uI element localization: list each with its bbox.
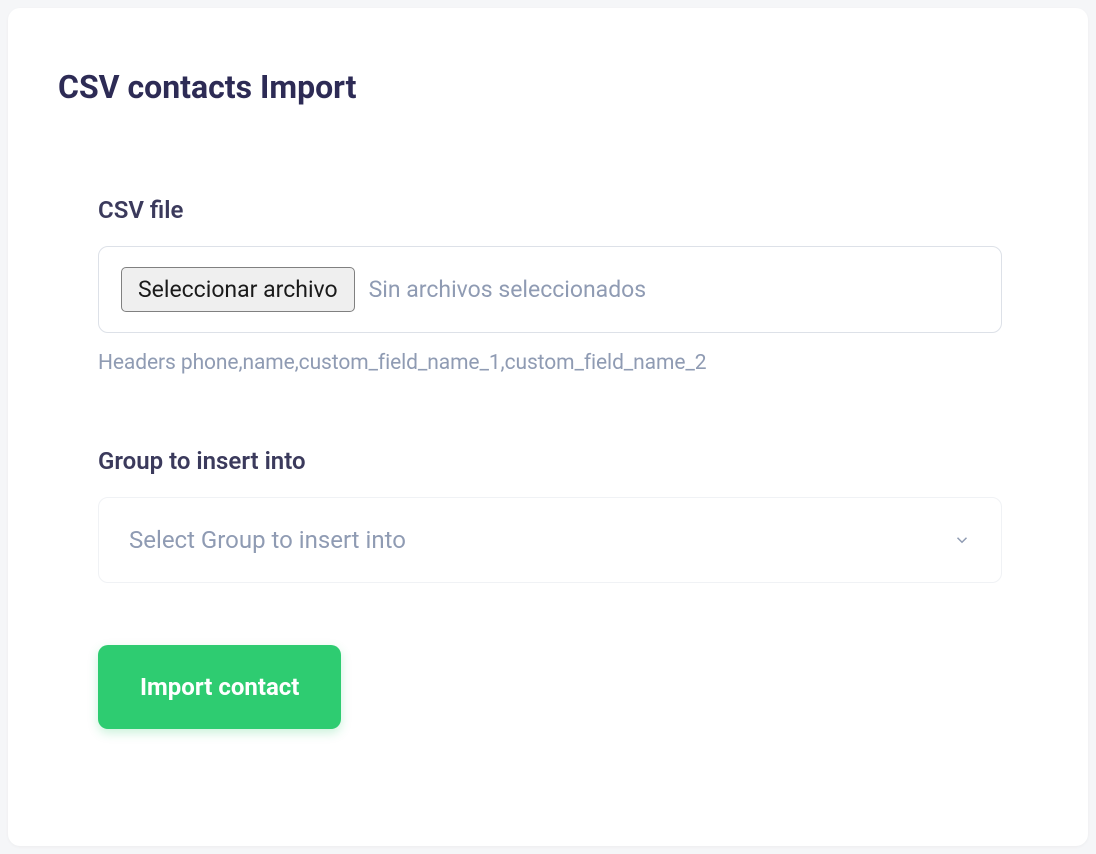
group-select-dropdown[interactable]: Select Group to insert into	[98, 497, 1002, 583]
file-select-button[interactable]: Seleccionar archivo	[121, 267, 355, 312]
csv-file-label: CSV file	[98, 196, 1002, 224]
csv-file-input-wrapper[interactable]: Seleccionar archivo Sin archivos selecci…	[98, 246, 1002, 333]
chevron-down-icon	[953, 531, 971, 549]
file-status-text: Sin archivos seleccionados	[369, 276, 647, 303]
form-content: CSV file Seleccionar archivo Sin archivo…	[58, 196, 1038, 729]
csv-file-field: CSV file Seleccionar archivo Sin archivo…	[98, 196, 1002, 375]
import-contact-button[interactable]: Import contact	[98, 645, 341, 729]
import-card: CSV contacts Import CSV file Seleccionar…	[8, 8, 1088, 846]
page-title: CSV contacts Import	[58, 68, 1038, 106]
group-select-placeholder: Select Group to insert into	[129, 526, 406, 554]
csv-headers-help-text: Headers phone,name,custom_field_name_1,c…	[98, 351, 1002, 375]
group-select-label: Group to insert into	[98, 447, 1002, 475]
group-select-field: Group to insert into Select Group to ins…	[98, 447, 1002, 583]
